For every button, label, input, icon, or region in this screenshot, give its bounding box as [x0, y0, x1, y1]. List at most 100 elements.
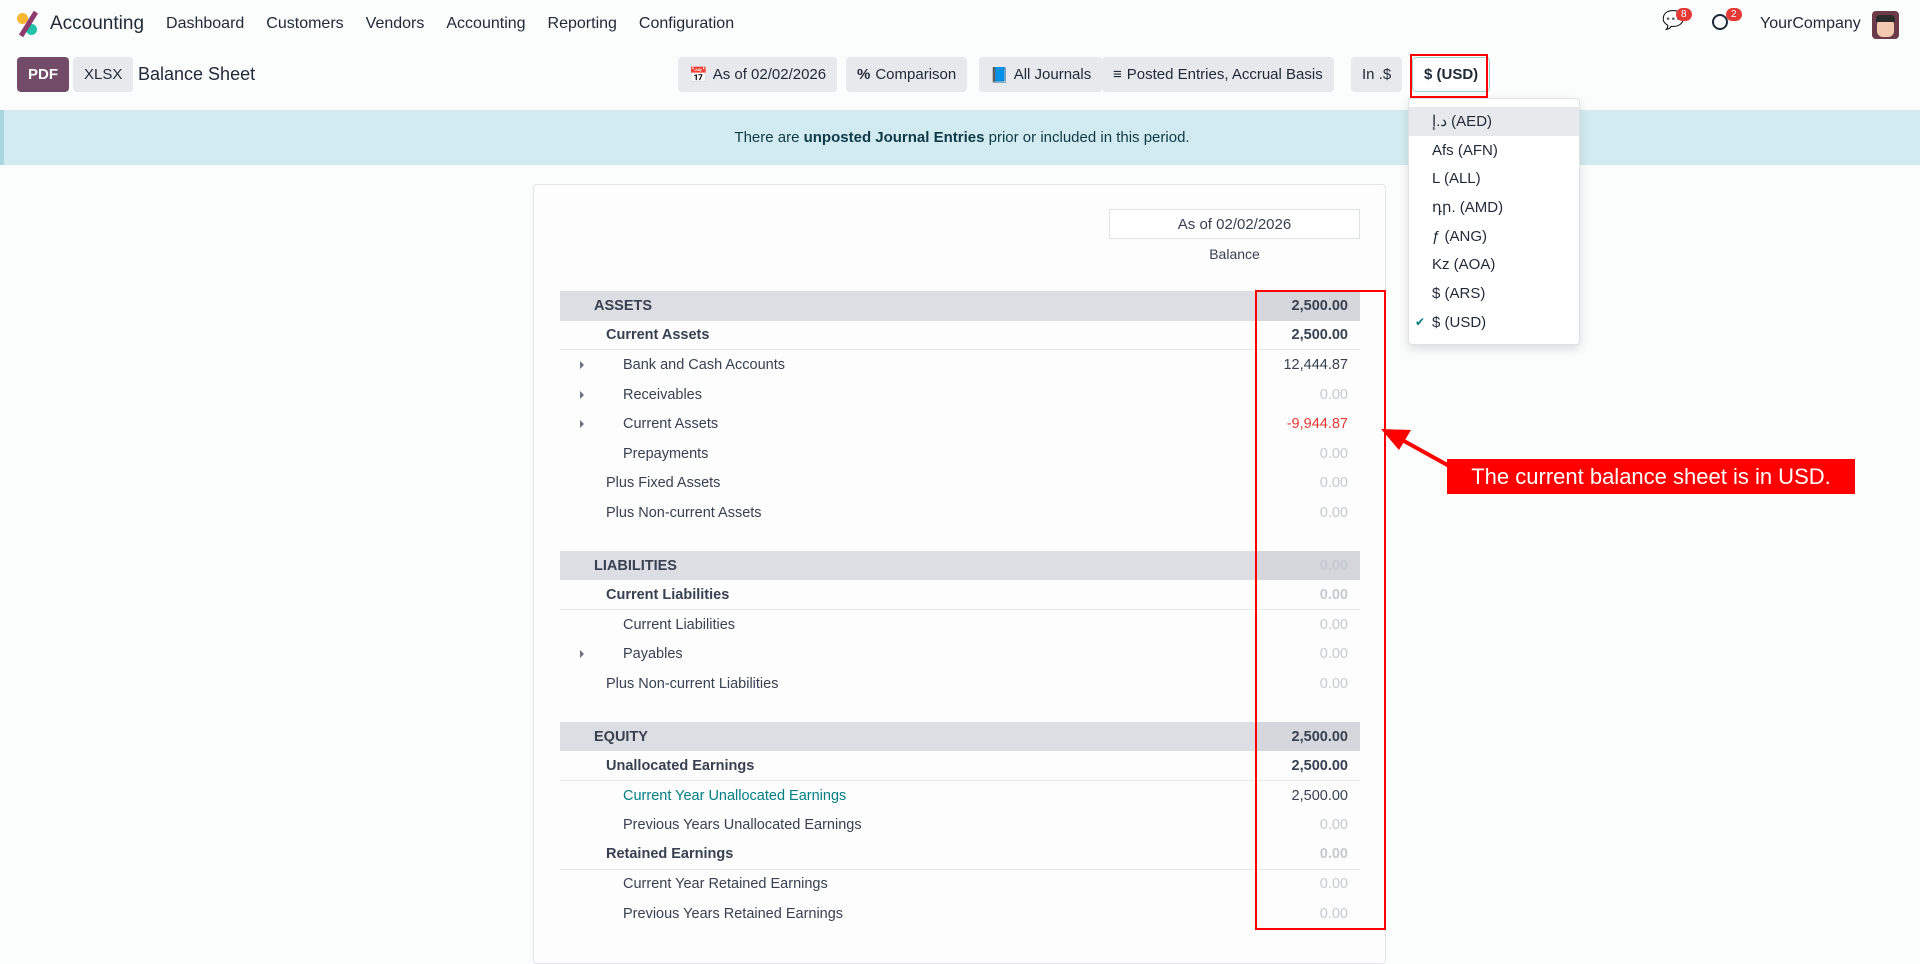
expand-caret-icon[interactable] [580, 360, 584, 369]
line-label: Previous Years Retained Earnings [623, 906, 844, 923]
report-lines: ASSETS 2,500.00 Current Assets 2,500.00 Bank… [560, 291, 1360, 929]
currency-option[interactable]: Afs (AFN) [1409, 136, 1579, 165]
unposted-entries-alert: There are unposted Journal Entries prior… [0, 110, 1920, 165]
line-label: Receivables [623, 386, 702, 403]
currency-option[interactable]: Kz (AOA) [1409, 250, 1579, 279]
company-switcher[interactable]: YourCompany [1760, 15, 1861, 33]
line-label: Unallocated Earnings [606, 757, 755, 774]
report-line-row[interactable]: Receivables 0.00 [560, 380, 1360, 410]
section-row: ASSETS 2,500.00 [560, 291, 1360, 321]
pdf-button[interactable]: PDF [17, 57, 69, 92]
alert-text-end: prior or included in this period. [984, 129, 1190, 146]
report-line-row[interactable]: Current Assets -9,944.87 [560, 409, 1360, 439]
page-title: Balance Sheet [138, 64, 256, 84]
report-line-row: Plus Non-current Liabilities 0.00 [560, 669, 1360, 699]
currency-option[interactable]: ✔ $ (USD) [1409, 308, 1579, 337]
line-label: Plus Non-current Assets [606, 504, 762, 521]
line-label: Plus Non-current Liabilities [606, 675, 779, 692]
line-label: Retained Earnings [606, 846, 734, 863]
line-label: Prepayments [623, 445, 709, 462]
entries-filter-button[interactable]: ≡ Posted Entries, Accrual Basis [1102, 57, 1334, 92]
group-row: Unallocated Earnings 2,500.00 [560, 751, 1360, 781]
messages-badge: 8 [1676, 8, 1692, 21]
menu-customers[interactable]: Customers [266, 15, 343, 33]
report-line-row[interactable]: Payables 0.00 [560, 640, 1360, 670]
column-balance-header: Balance [1209, 246, 1260, 262]
report-line-row: Previous Years Unallocated Earnings 0.00 [560, 811, 1360, 841]
section-row: EQUITY 2,500.00 [560, 721, 1360, 752]
date-filter-button[interactable]: 📅 As of 02/02/2026 [678, 57, 838, 92]
report-line-row: Current Year Retained Earnings 0.00 [560, 870, 1360, 900]
activities-badge: 2 [1726, 8, 1742, 21]
expand-caret-icon[interactable] [580, 390, 584, 399]
line-label: Current Liabilities [606, 586, 730, 603]
currency-option[interactable]: ƒ (ANG) [1409, 222, 1579, 251]
line-label: Payables [623, 646, 683, 663]
menu-dashboard[interactable]: Dashboard [166, 15, 244, 33]
column-date-header: As of 02/02/2026 [1109, 209, 1360, 239]
line-label: EQUITY [594, 728, 648, 745]
annotation-callout: The current balance sheet is in USD. [1447, 459, 1855, 494]
currency-option[interactable]: د.إ (AED) [1409, 107, 1579, 136]
currency-option-label: د.إ (AED) [1432, 113, 1493, 131]
menu-accounting[interactable]: Accounting [446, 15, 525, 33]
menu-reporting[interactable]: Reporting [548, 15, 617, 33]
report-line-row: Previous Years Retained Earnings 0.00 [560, 899, 1360, 929]
group-row: Current Assets 2,500.00 [560, 321, 1360, 351]
xlsx-button[interactable]: XLSX [73, 57, 134, 92]
menu-configuration[interactable]: Configuration [639, 15, 734, 33]
currency-dropdown: د.إ (AED) Afs (AFN) L (ALL) դր. (AMD) ƒ (ANG… [1408, 98, 1580, 345]
line-label: Current Assets [606, 326, 710, 343]
sliders-icon: ≡ [1113, 66, 1122, 83]
line-label: Current Liabilities [623, 616, 736, 633]
currency-option-label: Kz (AOA) [1432, 256, 1496, 274]
currency-option[interactable]: դր. (AMD) [1409, 193, 1579, 222]
expand-caret-icon[interactable] [580, 420, 584, 429]
check-icon: ✔ [1415, 315, 1426, 330]
report-line-row: Current Liabilities 0.00 [560, 610, 1360, 640]
accounting-app-logo-icon[interactable] [16, 10, 40, 38]
report-line-row: Current Year Unallocated Earnings 2,500.0… [560, 781, 1360, 811]
currency-option-label: Afs (AFN) [1432, 141, 1498, 159]
line-label: ASSETS [594, 297, 653, 314]
currency-option[interactable]: $ (ARS) [1409, 279, 1579, 308]
activities-button[interactable]: 2 [1712, 8, 1742, 30]
currency-option-label: $ (USD) [1432, 313, 1487, 331]
currency-option-label: ƒ (ANG) [1432, 227, 1488, 245]
book-icon: 📘 [990, 66, 1009, 84]
currency-option[interactable]: L (ALL) [1409, 164, 1579, 193]
messages-button[interactable]: 💬 8 [1662, 8, 1692, 31]
app-name[interactable]: Accounting [50, 13, 144, 35]
line-label: Plus Fixed Assets [606, 475, 721, 492]
journals-label: All Journals [1013, 66, 1092, 83]
currency-option-label: դր. (AMD) [1432, 199, 1504, 217]
comparison-button[interactable]: % Comparison [846, 57, 968, 92]
calendar-icon: 📅 [689, 66, 708, 84]
menu-vendors[interactable]: Vendors [366, 15, 425, 33]
journals-button[interactable]: 📘 All Journals [979, 57, 1103, 92]
in-currency-button[interactable]: In .$ [1351, 57, 1403, 92]
line-label: Previous Years Unallocated Earnings [623, 817, 862, 834]
comparison-label: Comparison [875, 66, 957, 83]
percent-icon: % [857, 66, 871, 83]
report-line-row[interactable]: Bank and Cash Accounts 12,444.87 [560, 350, 1360, 380]
group-row: Current Liabilities 0.00 [560, 580, 1360, 610]
user-avatar[interactable] [1872, 11, 1899, 39]
report-line-row: Plus Fixed Assets 0.00 [560, 469, 1360, 499]
entries-label: Posted Entries, Accrual Basis [1126, 66, 1323, 83]
alert-text: There are [734, 129, 804, 146]
report-line-row: Prepayments 0.00 [560, 439, 1360, 469]
date-filter-label: As of 02/02/2026 [712, 66, 827, 83]
report-line-row: Plus Non-current Assets 0.00 [560, 498, 1360, 528]
line-label: Current Assets [623, 416, 719, 433]
line-label: Bank and Cash Accounts [623, 356, 786, 373]
annotation-highlight-currency [1410, 54, 1488, 98]
line-label[interactable]: Current Year Unallocated Earnings [623, 788, 846, 804]
line-label: LIABILITIES [594, 557, 677, 574]
expand-caret-icon[interactable] [580, 650, 584, 659]
alert-link[interactable]: unposted Journal Entries [804, 129, 985, 146]
line-label: Current Year Retained Earnings [623, 876, 828, 893]
currency-option-label: $ (ARS) [1432, 284, 1486, 302]
